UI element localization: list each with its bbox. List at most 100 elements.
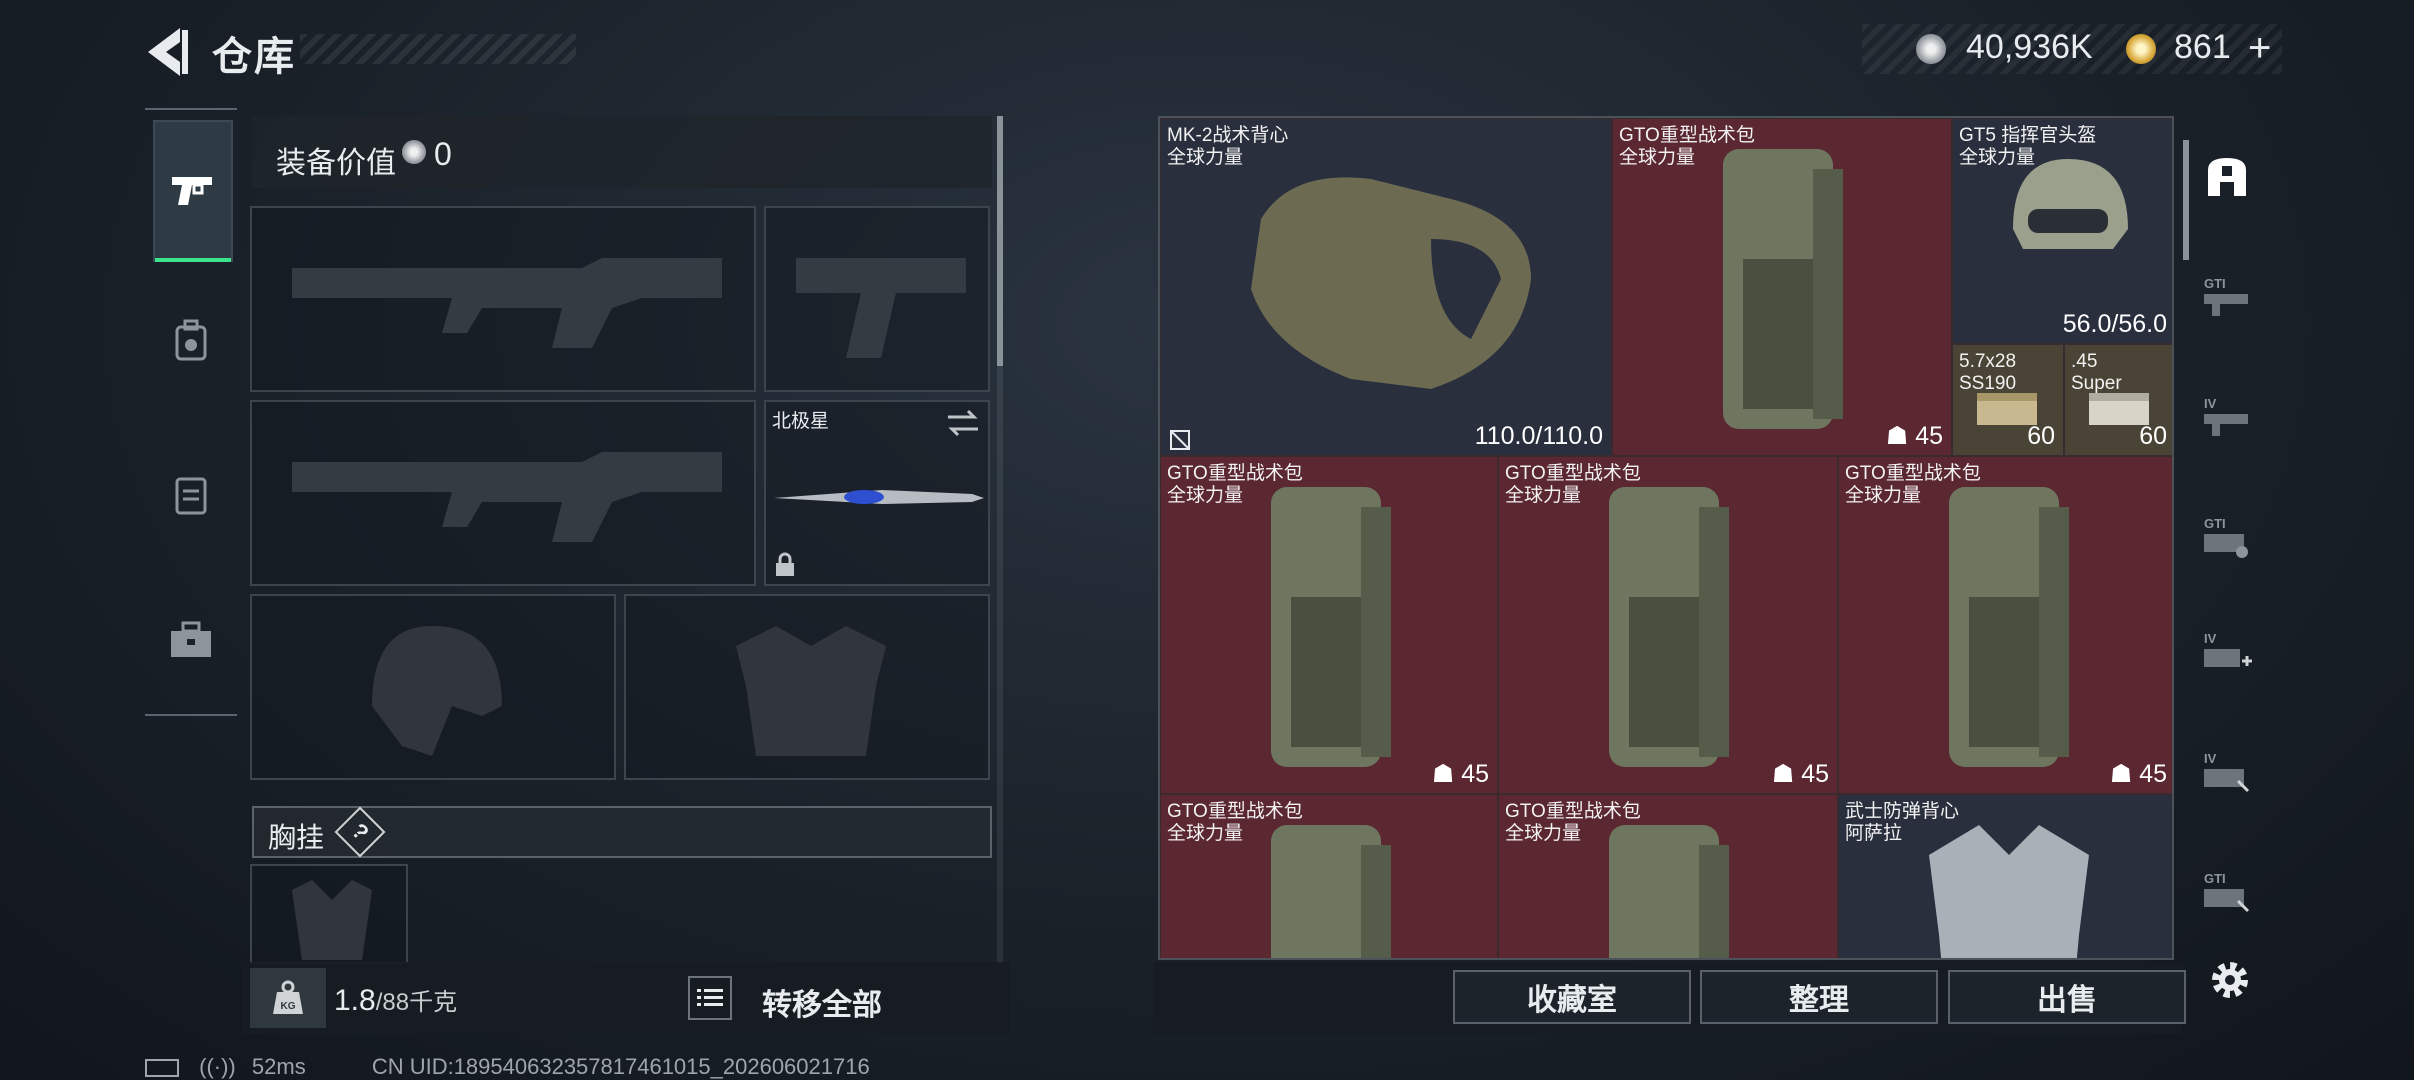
- gti-weapon-icon-2[interactable]: GTI: [2202, 512, 2252, 562]
- equipment-value: 0: [434, 136, 452, 172]
- svg-text:IV: IV: [2204, 751, 2217, 766]
- melee-name: 北极星: [772, 411, 830, 432]
- ammo-type: Super: [2071, 373, 2122, 394]
- storage-tabs: GTI IV GTI IV IV GTI: [2192, 112, 2264, 942]
- tab-toolbox[interactable]: [153, 572, 229, 710]
- item-capacity: ☗ 45: [1885, 422, 1943, 450]
- svg-text:IV: IV: [2204, 396, 2217, 411]
- helmet-slot[interactable]: [250, 594, 616, 780]
- inventory-item-backpack[interactable]: GTO重型战术包 全球力量 ☗ 45: [1612, 118, 1952, 456]
- item-name: GT5 指挥官头盔: [1959, 125, 2097, 146]
- capacity-icon: ☗: [1885, 422, 1916, 450]
- chest-rig-label: 胸挂: [268, 822, 325, 853]
- inventory-item-backpack[interactable]: GTO重型战术包 全球力量: [1498, 794, 1838, 958]
- ammo-count: 60: [2139, 422, 2167, 450]
- helmet-item-icon: [2013, 159, 2128, 249]
- inventory-item-backpack[interactable]: GTO重型战术包 全球力量 ☗ 45: [1160, 456, 1498, 794]
- help-icon[interactable]: ?: [334, 806, 386, 858]
- list-view-button[interactable]: [688, 976, 732, 1020]
- iv-weapon-icon-2[interactable]: IV: [2202, 747, 2252, 797]
- knife-icon: [774, 490, 984, 504]
- item-capacity: ☗ 45: [2109, 760, 2167, 788]
- back-arrow-icon[interactable]: [140, 22, 190, 82]
- silver-coin-icon: [402, 140, 426, 164]
- currency-bar: 40,936K 861 +: [1862, 24, 2282, 74]
- ammo-caliber: 5.7x28: [1959, 351, 2017, 372]
- rifle-silhouette-icon-2: [292, 452, 722, 542]
- inventory-item-backpack[interactable]: GTO重型战术包 全球力量 ☗ 45: [1838, 456, 2172, 794]
- safe-box-icon[interactable]: [2202, 152, 2252, 202]
- chest-rig-slot[interactable]: [250, 864, 408, 964]
- equipment-panel: 装备价值 0 北极星 胸挂 ?: [242, 108, 1012, 1036]
- inventory-item-ammo-45[interactable]: .45 Super 60: [2064, 344, 2172, 456]
- ammo-caliber: .45: [2071, 351, 2098, 372]
- lock-icon: [776, 552, 794, 576]
- tab-vest[interactable]: [153, 426, 229, 564]
- item-faction: 全球力量: [1167, 485, 1244, 506]
- item-faction: 全球力量: [1845, 485, 1922, 506]
- backpack-item-icon: [1271, 487, 1391, 767]
- svg-text:GTI: GTI: [2204, 516, 2226, 531]
- equipment-value-label: 装备价值: [276, 147, 396, 180]
- collection-button[interactable]: 收藏室: [1453, 970, 1691, 1024]
- tab-backpack[interactable]: [153, 272, 229, 410]
- inventory-item-armor[interactable]: 武士防弹背心 阿萨拉: [1838, 794, 2172, 958]
- primary-weapon-slot[interactable]: [250, 206, 756, 392]
- inventory-scrollbar[interactable]: [2183, 140, 2189, 260]
- silver-coin-icon: [1916, 34, 1946, 64]
- title-stripe: [300, 34, 576, 64]
- svg-text:GTI: GTI: [2204, 871, 2226, 886]
- iv-medic-icon[interactable]: IV: [2202, 627, 2252, 677]
- equipment-value-bar: 装备价值 0: [252, 116, 992, 188]
- capacity-icon: ☗: [2109, 760, 2140, 788]
- silver-amount: 40,936K: [1966, 28, 2093, 66]
- swap-icon[interactable]: [946, 408, 980, 438]
- uid: CN UID:18954063235781746101​5_2026060217…: [371, 1054, 870, 1079]
- chest-rig-silhouette-icon: [292, 880, 372, 960]
- iv-weapon-icon-1[interactable]: IV: [2202, 392, 2252, 442]
- item-name: GTO重型战术包: [1505, 801, 1641, 822]
- item-faction: 全球力量: [1619, 147, 1696, 168]
- toolbox-icon: [171, 621, 211, 657]
- armor-slot[interactable]: [624, 594, 990, 780]
- gear-icon[interactable]: [2205, 955, 2255, 1005]
- gold-coin-icon: [2126, 34, 2156, 64]
- tab-weapons[interactable]: [153, 120, 233, 262]
- svg-text:GTI: GTI: [2204, 276, 2226, 291]
- capacity-icon: ☗: [1431, 760, 1462, 788]
- organize-button[interactable]: 整理: [1700, 970, 1938, 1024]
- inventory-item-helmet[interactable]: GT5 指挥官头盔 全球力量 56.0/56.0: [1952, 118, 2172, 344]
- add-currency-button[interactable]: +: [2248, 26, 2271, 71]
- melee-slot[interactable]: 北极星: [764, 400, 990, 586]
- equipment-scrollbar[interactable]: [997, 116, 1003, 366]
- backpack-item-icon: [1949, 487, 2069, 767]
- helmet-silhouette-icon: [372, 626, 502, 756]
- transfer-all-button[interactable]: 转移全部: [762, 980, 882, 1024]
- sell-button[interactable]: 出售: [1948, 970, 2186, 1024]
- item-name: 武士防弹背心: [1845, 801, 1960, 822]
- gold-amount: 861: [2174, 28, 2231, 66]
- status-bar: ((·)) 52ms CN UID:18954063235781746101​5…: [145, 1054, 870, 1080]
- pistol-slot[interactable]: [764, 206, 990, 392]
- backpack-item-icon: [1609, 487, 1729, 767]
- inventory-item-backpack[interactable]: GTO重型战术包 全球力量 ☗ 45: [1498, 456, 1838, 794]
- rifle-silhouette-icon: [292, 258, 722, 348]
- item-name: MK-2战术背心: [1167, 125, 1289, 146]
- item-faction: 全球力量: [1505, 485, 1582, 506]
- ping: 52ms: [251, 1054, 306, 1079]
- gti-weapon-icon-3[interactable]: GTI: [2202, 867, 2252, 917]
- svg-text:KG: KG: [281, 1001, 296, 1012]
- wifi-icon: ((·)): [199, 1054, 236, 1079]
- svg-text:IV: IV: [2204, 631, 2217, 646]
- ammo-type: SS190: [1959, 373, 2017, 394]
- inventory-item-ammo-57[interactable]: 5.7x28 SS190 60: [1952, 344, 2064, 456]
- gti-weapon-icon-1[interactable]: GTI: [2202, 272, 2252, 322]
- inventory-item-vest[interactable]: MK-2战术背心 全球力量 110.0/110.0: [1160, 118, 1612, 456]
- item-capacity: ☗ 45: [1431, 760, 1489, 788]
- list-icon: [697, 989, 723, 1006]
- inventory-grid: MK-2战术背心 全球力量 110.0/110.0 GTO重型战术包 全球力量 ☗ …: [1158, 116, 2174, 960]
- item-name: GTO重型战术包: [1167, 801, 1303, 822]
- weight-current: 1.8: [334, 984, 376, 1017]
- inventory-item-backpack[interactable]: GTO重型战术包 全球力量: [1160, 794, 1498, 958]
- secondary-weapon-slot[interactable]: [250, 400, 756, 586]
